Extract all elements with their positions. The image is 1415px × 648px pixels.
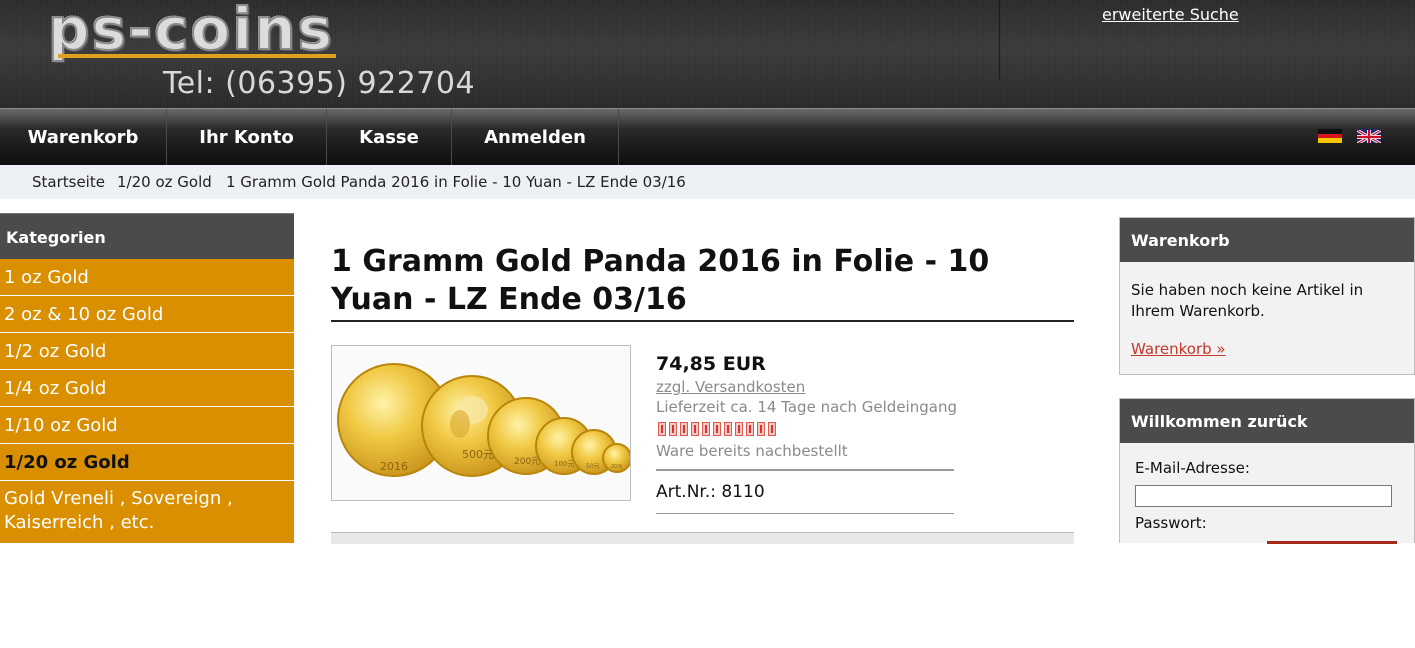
stock-segment xyxy=(713,422,721,436)
english-flag-icon[interactable] xyxy=(1357,129,1381,143)
category-quarter-oz[interactable]: 1/4 oz Gold xyxy=(0,370,294,407)
coin-year-label: 2016 xyxy=(380,460,408,473)
stock-segment xyxy=(735,422,743,436)
coin-value-label: 20元 xyxy=(611,464,622,470)
cart-empty-text: Sie haben noch keine Artikel in Ihrem Wa… xyxy=(1131,281,1364,320)
site-header: ps-coins Tel: (06395) 922704 erweiterte … xyxy=(0,0,1415,108)
category-tenth-oz[interactable]: 1/10 oz Gold xyxy=(0,407,294,444)
breadcrumb-home[interactable]: Startseite xyxy=(32,173,105,191)
category-half-oz[interactable]: 1/2 oz Gold xyxy=(0,333,294,370)
german-flag-icon[interactable] xyxy=(1318,129,1342,143)
category-1oz[interactable]: 1 oz Gold xyxy=(0,259,294,296)
coin-value-label: 200元 xyxy=(514,457,540,467)
breadcrumb: Startseite 1/20 oz Gold 1 Gramm Gold Pan… xyxy=(0,165,1415,199)
stock-segment xyxy=(680,422,688,436)
cart-link[interactable]: Warenkorb » xyxy=(1131,340,1226,358)
phone-number: Tel: (06395) 922704 xyxy=(163,66,476,101)
logo-underline xyxy=(58,54,336,58)
stock-segment xyxy=(702,422,710,436)
nav-checkout[interactable]: Kasse xyxy=(327,109,451,165)
login-box-title: Willkommen zurück xyxy=(1120,399,1414,443)
product-title: 1 Gramm Gold Panda 2016 in Folie - 10 Yu… xyxy=(331,244,990,317)
category-sidebar: Kategorien 1 oz Gold 2 oz & 10 oz Gold 1… xyxy=(0,213,294,543)
delivery-time: Lieferzeit ca. 14 Tage nach Geldeingang xyxy=(656,398,957,416)
login-button[interactable] xyxy=(1267,541,1397,544)
stock-segment xyxy=(757,422,765,436)
sidebar-title: Kategorien xyxy=(0,213,294,259)
email-label: E-Mail-Adresse: xyxy=(1135,459,1250,477)
cart-box: Warenkorb Sie haben noch keine Artikel i… xyxy=(1119,217,1415,375)
nav-separator xyxy=(618,109,619,165)
info-divider xyxy=(656,513,954,514)
nav-login[interactable]: Anmelden xyxy=(452,109,618,165)
breadcrumb-category[interactable]: 1/20 oz Gold xyxy=(117,173,212,191)
product-image[interactable]: 2016 500元 200元 100元 50元 20元 xyxy=(331,345,632,501)
product-price: 74,85 EUR xyxy=(656,353,766,375)
email-field[interactable] xyxy=(1135,485,1392,507)
stock-indicator xyxy=(658,421,779,436)
stock-segment xyxy=(724,422,732,436)
category-twentieth-oz[interactable]: 1/20 oz Gold xyxy=(0,444,294,481)
breadcrumb-current: 1 Gramm Gold Panda 2016 in Folie - 10 Yu… xyxy=(226,173,686,191)
title-divider xyxy=(331,320,1074,322)
article-number: Art.Nr.: 8110 xyxy=(656,482,765,502)
password-label: Passwort: xyxy=(1135,514,1207,532)
coin-value-label: 50元 xyxy=(586,463,600,470)
stock-segment xyxy=(691,422,699,436)
stock-segment xyxy=(669,422,677,436)
advanced-search-link[interactable]: erweiterte Suche xyxy=(1102,5,1239,24)
cart-box-title: Warenkorb xyxy=(1120,218,1414,262)
product-tabs-band xyxy=(331,532,1074,544)
info-divider xyxy=(656,469,954,471)
stock-segment xyxy=(746,422,754,436)
category-vreneli-sovereign[interactable]: Gold Vreneli , Sovereign , Kaiserreich ,… xyxy=(0,481,294,543)
header-divider xyxy=(999,0,1000,80)
login-box: Willkommen zurück E-Mail-Adresse: Passwo… xyxy=(1119,398,1415,544)
coin-value-label: 500元 xyxy=(462,448,494,461)
stock-segment xyxy=(768,422,776,436)
nav-cart[interactable]: Warenkorb xyxy=(0,109,166,165)
nav-account[interactable]: Ihr Konto xyxy=(167,109,326,165)
main-nav: Warenkorb Ihr Konto Kasse Anmelden xyxy=(0,108,1415,165)
shipping-link[interactable]: zzgl. Versandkosten xyxy=(656,378,805,396)
stock-segment xyxy=(658,422,666,436)
stock-status: Ware bereits nachbestellt xyxy=(656,442,848,460)
coin-value-label: 100元 xyxy=(554,460,574,468)
category-2oz-10oz[interactable]: 2 oz & 10 oz Gold xyxy=(0,296,294,333)
